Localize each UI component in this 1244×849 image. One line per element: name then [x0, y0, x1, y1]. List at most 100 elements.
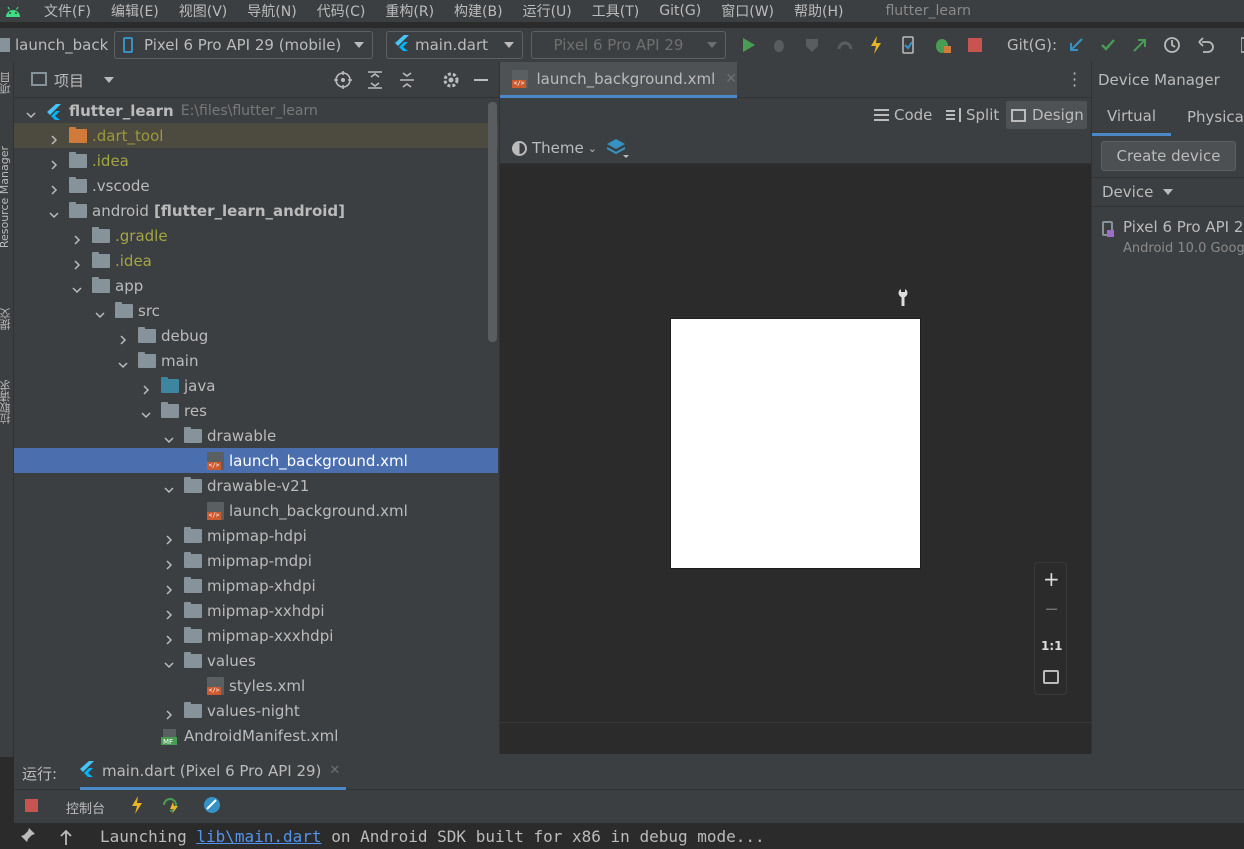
menu-refactor[interactable]: 重构(R) [385, 1, 434, 21]
zoom-actual-size-button[interactable]: 1:1 [1041, 639, 1063, 653]
menu-git[interactable]: Git(G) [659, 3, 701, 19]
menu-build[interactable]: 构建(B) [454, 1, 503, 21]
chevron-down-icon[interactable] [72, 281, 82, 293]
debug-icon[interactable] [770, 36, 788, 54]
project-scrollbar[interactable] [488, 102, 497, 342]
menu-tools[interactable]: 工具(T) [592, 1, 639, 21]
menu-code[interactable]: 代码(C) [317, 1, 366, 21]
menu-navigate[interactable]: 导航(N) [247, 1, 296, 21]
chevron-right-icon[interactable] [164, 556, 174, 570]
tree-node[interactable]: res [14, 398, 498, 423]
stripe-commit[interactable]: 提交 [0, 308, 14, 330]
search-everywhere-icon[interactable] [1236, 36, 1244, 54]
console-output[interactable]: Launching lib\main.dart on Android SDK b… [14, 823, 1244, 849]
create-device-button[interactable]: Create device [1101, 141, 1236, 171]
gear-icon[interactable] [442, 71, 460, 93]
stripe-pull-requests[interactable]: 拉取请求 [0, 380, 14, 424]
expand-all-icon[interactable] [367, 71, 383, 93]
hot-restart-icon[interactable] [161, 796, 181, 818]
menu-window[interactable]: 窗口(W) [721, 1, 774, 21]
chevron-right-icon[interactable] [141, 381, 151, 395]
config-label[interactable]: launch_back [0, 34, 108, 56]
tree-node[interactable]: styles.xml [14, 673, 498, 698]
zoom-to-fit-icon[interactable] [1043, 670, 1059, 684]
menu-run[interactable]: 运行(U) [523, 1, 572, 21]
mode-split-button[interactable]: Split [946, 104, 999, 126]
chevron-right-icon[interactable] [49, 156, 59, 170]
minimize-icon[interactable] [474, 79, 488, 81]
tree-node[interactable]: MF AndroidManifest.xml [14, 723, 498, 748]
chevron-right-icon[interactable] [72, 231, 82, 245]
tree-node[interactable]: mipmap-hdpi [14, 523, 498, 548]
tree-node[interactable]: drawable [14, 423, 498, 448]
wrench-icon[interactable] [896, 288, 910, 310]
zoom-out-button[interactable]: − [1044, 599, 1059, 620]
menu-help[interactable]: 帮助(H) [794, 1, 843, 21]
zoom-in-button[interactable]: + [1043, 567, 1060, 591]
coverage-icon[interactable] [803, 36, 821, 54]
tree-node[interactable]: values [14, 648, 498, 673]
tree-node[interactable]: drawable-v21 [14, 473, 498, 498]
hot-reload-icon[interactable] [131, 796, 143, 818]
tree-node[interactable]: mipmap-xhdpi [14, 573, 498, 598]
tree-node[interactable]: mipmap-xxxhdpi [14, 623, 498, 648]
stripe-project[interactable]: 项目 [0, 72, 14, 94]
tab-virtual[interactable]: Virtual [1092, 98, 1171, 136]
device-column-header[interactable]: Device [1092, 177, 1244, 207]
chevron-down-icon[interactable] [164, 431, 174, 443]
history-icon[interactable] [1163, 36, 1181, 54]
stop-icon[interactable] [966, 36, 984, 54]
chevron-down-icon[interactable] [49, 206, 59, 218]
tree-node[interactable]: flutter_learn E:\files\flutter_learn [14, 98, 498, 123]
tree-node[interactable]: launch_background.xml [14, 448, 498, 473]
device-row[interactable]: Pixel 6 Pro API 29 Android 10.0 Google A… [1092, 212, 1244, 262]
tree-node[interactable]: launch_background.xml [14, 498, 498, 523]
console-file-link[interactable]: lib\main.dart [196, 827, 321, 846]
git-commit-icon[interactable] [1099, 36, 1117, 54]
git-push-icon[interactable] [1131, 36, 1149, 54]
stripe-resource-manager[interactable]: Resource Manager [0, 146, 11, 248]
mode-design-button[interactable]: Design [1006, 101, 1087, 129]
stop-icon[interactable] [25, 799, 38, 812]
menu-edit[interactable]: 编辑(E) [111, 1, 159, 21]
tree-node[interactable]: app [14, 273, 498, 298]
scroll-up-icon[interactable] [60, 829, 72, 849]
tree-node[interactable]: mipmap-mdpi [14, 548, 498, 573]
design-canvas[interactable]: + − 1:1 [500, 164, 1092, 722]
chevron-down-icon[interactable] [164, 656, 174, 668]
chevron-right-icon[interactable] [164, 581, 174, 595]
device-selector[interactable]: Pixel 6 Pro API 29 (mobile) [114, 31, 373, 59]
chevron-right-icon[interactable] [49, 181, 59, 195]
run-icon[interactable] [740, 36, 758, 54]
chevron-down-icon[interactable] [164, 481, 174, 493]
chevron-right-icon[interactable] [164, 606, 174, 620]
theme-selector[interactable]: Theme ⌄ [512, 137, 597, 159]
editor-tab-launch-background[interactable]: launch_background.xml ✕ [500, 62, 737, 98]
run-tab[interactable]: main.dart (Pixel 6 Pro API 29) ✕ [80, 754, 346, 790]
project-panel-title[interactable]: 项目 [54, 70, 84, 91]
tree-node[interactable]: values-night [14, 698, 498, 723]
tree-node[interactable]: android [flutter_learn_android] [14, 198, 498, 223]
tree-node[interactable]: src [14, 298, 498, 323]
layout-preview[interactable] [670, 318, 921, 569]
chevron-right-icon[interactable] [164, 631, 174, 645]
tree-node[interactable]: .idea [14, 148, 498, 173]
tree-node[interactable]: main [14, 348, 498, 373]
chevron-right-icon[interactable] [118, 331, 128, 345]
mode-code-button[interactable]: Code [874, 104, 932, 126]
apply-changes-icon[interactable] [933, 36, 951, 54]
locate-icon[interactable] [334, 71, 352, 93]
collapse-all-icon[interactable] [399, 71, 415, 93]
chevron-down-icon[interactable] [118, 356, 128, 368]
hot-reload-icon[interactable] [867, 36, 885, 54]
chevron-down-icon[interactable] [104, 77, 114, 83]
tree-node[interactable]: .idea [14, 248, 498, 273]
tree-node[interactable]: debug [14, 323, 498, 348]
pin-icon[interactable] [20, 827, 36, 847]
run-config-selector[interactable]: main.dart [386, 31, 523, 59]
menu-file[interactable]: 文件(F) [44, 1, 91, 21]
chevron-right-icon[interactable] [164, 531, 174, 545]
chevron-down-icon[interactable] [141, 406, 151, 418]
chevron-right-icon[interactable] [49, 131, 59, 145]
console-tab[interactable]: 控制台 [66, 798, 105, 817]
